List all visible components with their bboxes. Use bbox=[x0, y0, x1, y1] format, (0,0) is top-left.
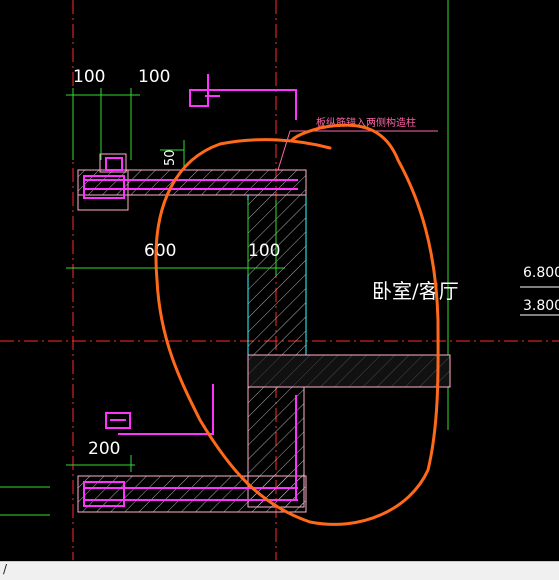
dim-span: 600 bbox=[144, 241, 176, 261]
status-bar: / bbox=[0, 561, 559, 580]
dim-small: 50 bbox=[163, 149, 178, 166]
note-leader bbox=[277, 130, 438, 171]
cad-drawing-canvas[interactable]: 100 100 50 600 100 200 板纵筋锚入两侧构造柱 卧室/客厅 … bbox=[0, 0, 559, 579]
dim-bottom: 200 bbox=[88, 439, 120, 459]
dim-wall: 100 bbox=[248, 241, 280, 261]
dim-top-left: 100 bbox=[73, 67, 105, 87]
room-label: 卧室/客厅 bbox=[372, 279, 459, 303]
green-reference-lines bbox=[0, 0, 449, 516]
wall-section bbox=[247, 194, 307, 356]
elevation-lower: 3.800 bbox=[523, 298, 559, 314]
dim-top-right: 100 bbox=[138, 67, 170, 87]
elevation-upper: 6.800 bbox=[523, 265, 559, 281]
status-text: / bbox=[3, 562, 8, 576]
